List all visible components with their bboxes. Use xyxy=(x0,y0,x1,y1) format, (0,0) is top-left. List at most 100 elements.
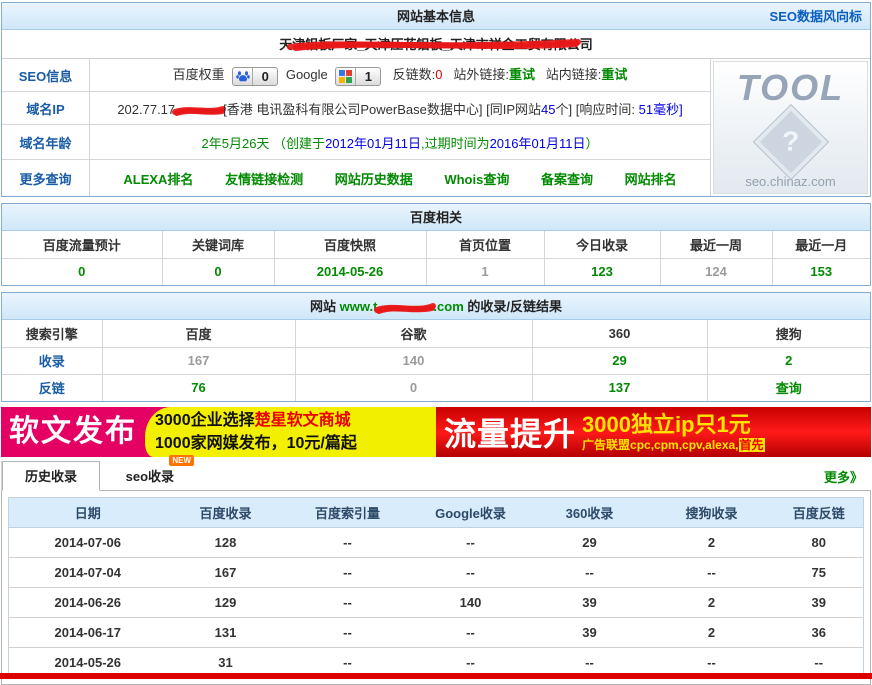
ad-left-main-text: 软文发布 xyxy=(1,407,137,457)
col-today-collect: 今日收录 xyxy=(544,231,660,258)
hcol-baidu-index: 百度索引量 xyxy=(285,498,411,528)
baidu-weight-label: 百度权重 xyxy=(173,67,225,82)
engine-header-row: 搜索引擎 百度 谷歌 360 搜狗 xyxy=(2,320,870,347)
seo-info-row: SEO信息 百度权重 0 Google 1 xyxy=(2,59,710,92)
more-query-label: 更多查询 xyxy=(2,160,90,196)
friend-link-check-link[interactable]: 友情链接检测 xyxy=(225,172,303,187)
baidu-related-title: 百度相关 xyxy=(410,210,462,225)
hcol-baidu-collect: 百度收录 xyxy=(167,498,285,528)
domain-age-value: 2年5月26天 xyxy=(202,136,270,151)
col-last-week: 最近一周 xyxy=(660,231,772,258)
baidu-related-titlebar: 百度相关 xyxy=(2,204,870,231)
backlink-sogou-query-link[interactable]: 查询 xyxy=(707,374,870,401)
collect-result-panel: 网站 www.t.com 的收录/反链结果 搜索引擎 百度 谷歌 360 搜狗 … xyxy=(1,292,871,402)
red-scribble-domain xyxy=(374,301,436,315)
table-row: 2014-07-06128----29280 xyxy=(9,528,864,558)
engine-360: 360 xyxy=(532,320,707,347)
engine-google: 谷歌 xyxy=(295,320,532,347)
icp-record-link[interactable]: 备案查询 xyxy=(541,172,593,187)
more-history-link[interactable]: 更多》 xyxy=(824,467,863,486)
domain-ip-label: 域名IP xyxy=(2,92,90,124)
google-pr-value: 1 xyxy=(356,68,380,85)
ad-traffic-boost[interactable]: 流量提升 3000独立ip只1元 广告联盟cpc,cpm,cpv,alexa,首… xyxy=(436,407,871,457)
collect-row-label: 收录 xyxy=(2,347,102,374)
basic-info-titlebar: 网站基本信息 SEO数据风向标 xyxy=(2,3,870,30)
backlink-value: 0 xyxy=(435,67,442,82)
col-home-position: 首页位置 xyxy=(426,231,544,258)
baidu-snapshot-value[interactable]: 2014-05-26 xyxy=(274,258,426,285)
hcol-baidu-backlink: 百度反链 xyxy=(775,498,864,528)
engine-label: 搜索引擎 xyxy=(2,320,102,347)
question-diamond-icon: ? xyxy=(754,105,828,179)
col-baidu-snapshot: 百度快照 xyxy=(274,231,426,258)
hcol-date: 日期 xyxy=(9,498,167,528)
baidu-weight-value: 0 xyxy=(253,68,277,85)
ip-visible-text: 202.77.17 xyxy=(117,102,175,117)
baidu-related-table: 百度流量预计 关键词库 百度快照 首页位置 今日收录 最近一周 最近一月 0 0… xyxy=(2,231,870,285)
hcol-sogou-collect: 搜狗收录 xyxy=(649,498,775,528)
backlink-google: 0 xyxy=(295,374,532,401)
bottom-ad-strip[interactable] xyxy=(0,673,872,679)
tab-history-collect[interactable]: 历史收录 xyxy=(2,461,100,491)
last-month-value: 153 xyxy=(772,258,870,285)
response-time: [响应时间: 51毫秒] xyxy=(576,102,683,117)
collect-360: 29 xyxy=(532,347,707,374)
ad-right-detail: 3000独立ip只1元 广告联盟cpc,cpm,cpv,alexa,首先 xyxy=(582,412,765,453)
tool-logo[interactable]: TOOL ? seo.chinaz.com xyxy=(713,61,868,194)
google-pr-label: Google xyxy=(286,67,328,82)
created-date: 2012年01月11日 xyxy=(325,136,421,151)
baidu-weight-pill[interactable]: 0 xyxy=(232,67,278,86)
ad-right-main-text: 流量提升 xyxy=(436,409,582,455)
backlink-baidu: 76 xyxy=(102,374,295,401)
engine-sogou: 搜狗 xyxy=(707,320,870,347)
backlink-360: 137 xyxy=(532,374,707,401)
inlink-retry-link[interactable]: 重试 xyxy=(601,67,627,82)
ad-banner-row: 软文发布 3000企业选择楚星软文商城 1000家网媒发布，10元/篇起 流量提… xyxy=(1,407,871,457)
history-table: 日期 百度收录 百度索引量 Google收录 360收录 搜狗收录 百度反链 2… xyxy=(8,497,864,678)
collect-row: 收录 167 140 29 2 xyxy=(2,347,870,374)
new-badge: NEW xyxy=(169,455,194,466)
same-ip-link[interactable]: [同IP网站45个] xyxy=(486,102,572,117)
history-tabbar: 历史收录 seo收录NEW 更多》 xyxy=(1,461,871,491)
history-header-row: 日期 百度收录 百度索引量 Google收录 360收录 搜狗收录 百度反链 xyxy=(9,498,864,528)
tool-logo-cell: TOOL ? seo.chinaz.com xyxy=(710,59,870,196)
keyword-lib-value: 0 xyxy=(162,258,274,285)
queried-domain: www.t xyxy=(340,299,378,314)
last-week-value: 124 xyxy=(660,258,772,285)
outlink-label: 站外链接: xyxy=(453,67,509,82)
same-ip-count: 45 xyxy=(541,102,555,117)
ad-left-detail: 3000企业选择楚星软文商城 1000家网媒发布，10元/篇起 xyxy=(145,407,436,457)
ip-location: [香港 电讯盈科有限公司PowerBase数据中心] xyxy=(223,102,482,117)
hcol-360-collect: 360收录 xyxy=(531,498,649,528)
table-row: 2014-06-17131----39236 xyxy=(9,618,864,648)
outlink-retry-link[interactable]: 重试 xyxy=(509,67,535,82)
whois-link[interactable]: Whois查询 xyxy=(444,172,509,187)
tab-seo-collect[interactable]: seo收录NEW xyxy=(104,462,196,492)
site-history-link[interactable]: 网站历史数据 xyxy=(335,172,413,187)
ad-soft-article[interactable]: 软文发布 3000企业选择楚星软文商城 1000家网媒发布，10元/篇起 xyxy=(1,407,436,457)
table-row: 2014-07-04167--------75 xyxy=(9,558,864,588)
red-scribble-ip xyxy=(172,104,226,116)
domain-age-row: 域名年龄 2年5月26天 （创建于2012年01月11日,过期时间为2016年0… xyxy=(2,125,710,160)
collect-google: 140 xyxy=(295,347,532,374)
backlink-row: 反链 76 0 137 查询 xyxy=(2,374,870,401)
baidu-traffic-value: 0 xyxy=(2,258,162,285)
google-icon xyxy=(336,68,356,85)
today-collect-value: 123 xyxy=(544,258,660,285)
expire-date: 2016年01月11日 xyxy=(490,136,586,151)
site-rank-link[interactable]: 网站排名 xyxy=(625,172,677,187)
collect-result-table: 搜索引擎 百度 谷歌 360 搜狗 收录 167 140 29 2 反链 76 … xyxy=(2,320,870,401)
more-query-row: 更多查询 ALEXA排名 友情链接检测 网站历史数据 Whois查询 备案查询 … xyxy=(2,160,710,196)
history-table-wrap: 日期 百度收录 百度索引量 Google收录 360收录 搜狗收录 百度反链 2… xyxy=(1,491,871,685)
backlink-row-label: 反链 xyxy=(2,374,102,401)
col-baidu-traffic: 百度流量预计 xyxy=(2,231,162,258)
basic-info-panel: 网站基本信息 SEO数据风向标 天津铝板厂家_天津压花铝板_天津市祥金工贸有限公… xyxy=(1,2,871,197)
seo-data-vane-link[interactable]: SEO数据风向标 xyxy=(770,3,862,30)
baidu-related-value-row: 0 0 2014-05-26 1 123 124 153 xyxy=(2,258,870,285)
baidu-paw-icon xyxy=(233,68,253,85)
table-row: 2014-06-26129--14039239 xyxy=(9,588,864,618)
collect-result-titlebar: 网站 www.t.com 的收录/反链结果 xyxy=(2,293,870,320)
alexa-rank-link[interactable]: ALEXA排名 xyxy=(123,172,193,187)
more-query-links: ALEXA排名 友情链接检测 网站历史数据 Whois查询 备案查询 网站排名 xyxy=(90,163,710,194)
google-pr-pill[interactable]: 1 xyxy=(335,67,381,86)
